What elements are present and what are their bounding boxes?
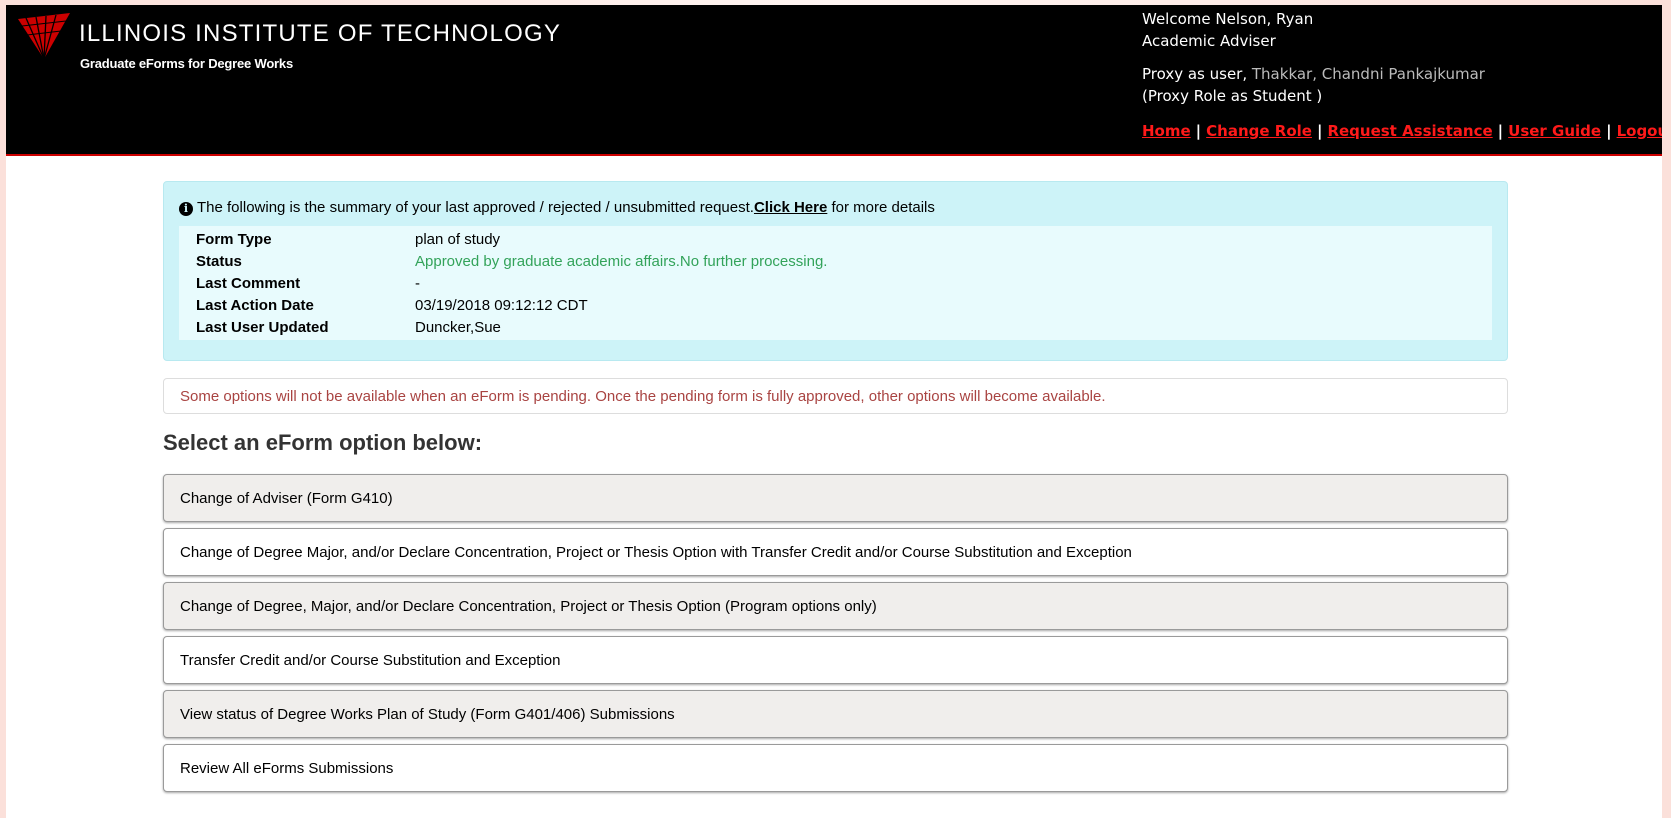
summary-value: 03/19/2018 09:12:12 CDT (415, 296, 588, 314)
main-content: i The following is the summary of your la… (163, 181, 1508, 798)
summary-outro: for more details (827, 199, 935, 216)
nav-separator: | (1497, 122, 1504, 140)
option-change-of-adviser[interactable]: Change of Adviser (Form G410) (163, 474, 1508, 522)
option-change-degree-program-only[interactable]: Change of Degree, Major, and/or Declare … (163, 582, 1508, 630)
institution-name: ILLINOIS INSTITUTE OF TECHNOLOGY (79, 20, 562, 47)
site-header: ILLINOIS INSTITUTE OF TECHNOLOGY Graduat… (6, 5, 1662, 156)
nav-separator: | (1606, 122, 1612, 140)
summary-row-last-user-updated: Last User Updated Duncker,Sue (196, 316, 1492, 338)
option-transfer-credit[interactable]: Transfer Credit and/or Course Substituti… (163, 636, 1508, 684)
summary-row-status: Status Approved by graduate academic aff… (196, 250, 1492, 272)
nav-request-assistance-link[interactable]: Request Assistance (1327, 122, 1492, 140)
summary-intro: The following is the summary of your las… (197, 199, 754, 216)
summary-value: - (415, 274, 420, 292)
nav-separator: | (1316, 122, 1323, 140)
eform-options-list: Change of Adviser (Form G410) Change of … (163, 474, 1508, 792)
pending-notice: Some options will not be available when … (163, 378, 1508, 414)
summary-heading: i The following is the summary of your la… (179, 199, 1492, 219)
summary-table: Form Type plan of study Status Approved … (179, 226, 1492, 340)
summary-label: Last Action Date (196, 296, 314, 314)
proxy-prefix: Proxy as user, (1142, 65, 1252, 83)
summary-label: Form Type (196, 230, 272, 248)
nav-change-role-link[interactable]: Change Role (1206, 122, 1312, 140)
section-title: Select an eForm option below: (163, 430, 483, 455)
last-request-summary: i The following is the summary of your la… (163, 181, 1508, 361)
summary-row-last-comment: Last Comment - (196, 272, 1492, 294)
nav-logout-link[interactable]: Logout (1617, 122, 1662, 140)
summary-label: Status (196, 252, 242, 270)
status-value: Approved by graduate academic affairs.No… (415, 252, 828, 270)
summary-row-form-type: Form Type plan of study (196, 228, 1492, 250)
summary-label: Last Comment (196, 274, 301, 292)
user-info: Welcome Nelson, Ryan Academic Adviser (1142, 8, 1313, 52)
proxy-user-name: Thakkar, Chandni Pankajkumar (1251, 65, 1485, 83)
user-role: Academic Adviser (1142, 32, 1276, 50)
welcome-text: Welcome Nelson, Ryan (1142, 10, 1314, 28)
option-change-degree-with-transfer[interactable]: Change of Degree Major, and/or Declare C… (163, 528, 1508, 576)
proxy-role: (Proxy Role as Student ) (1142, 87, 1323, 105)
app-subtitle: Graduate eForms for Degree Works (80, 56, 293, 71)
summary-value: plan of study (415, 230, 501, 248)
iit-logo-icon (18, 13, 70, 59)
click-here-link[interactable]: Click Here (754, 199, 827, 216)
nav-home-link[interactable]: Home (1142, 122, 1191, 140)
nav-user-guide-link[interactable]: User Guide (1508, 122, 1601, 140)
nav-separator: | (1195, 122, 1202, 140)
page: ILLINOIS INSTITUTE OF TECHNOLOGY Graduat… (6, 5, 1662, 818)
summary-row-last-action-date: Last Action Date 03/19/2018 09:12:12 CDT (196, 294, 1492, 316)
summary-label: Last User Updated (196, 318, 329, 336)
option-view-plan-of-study-status[interactable]: View status of Degree Works Plan of Stud… (163, 690, 1508, 738)
summary-value: Duncker,Sue (415, 318, 501, 336)
info-circle-icon: i (179, 202, 193, 216)
proxy-info: Proxy as user, Thakkar, Chandni Pankajku… (1142, 63, 1485, 107)
top-nav: Home | Change Role | Request Assistance | User… (1142, 122, 1662, 140)
option-review-all-submissions[interactable]: Review All eForms Submissions (163, 744, 1508, 792)
